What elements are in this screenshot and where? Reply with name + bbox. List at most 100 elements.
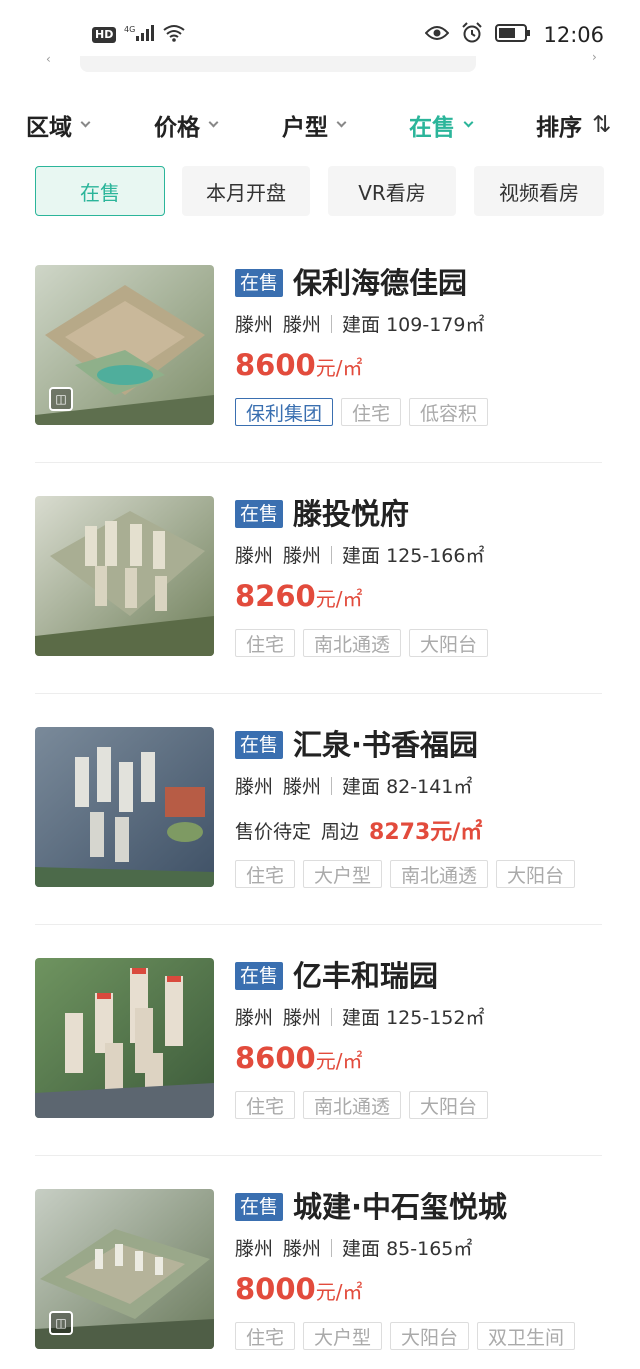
price: 8600 <box>235 348 316 382</box>
price: 8260 <box>235 579 316 613</box>
wifi-icon <box>162 24 186 46</box>
property-image[interactable] <box>35 958 214 1118</box>
floor-area: 建面 82-141㎡ <box>342 776 473 798</box>
vr-icon[interactable]: ◫ <box>49 1311 73 1335</box>
title-row: 在售 保利海德佳园 <box>235 264 467 302</box>
title-row: 在售 亿丰和瑞园 <box>235 957 438 995</box>
tag: 大阳台 <box>390 1322 470 1350</box>
price-unit: 元/㎡ <box>315 587 363 611</box>
eye-icon <box>425 25 450 45</box>
tag-list: 住宅 大户型 南北通透 大阳台 <box>235 860 576 888</box>
meta-row: 滕州 滕州 建面 109-179㎡ <box>235 310 484 337</box>
filter-region-label: 区域 <box>26 115 72 141</box>
meta-row: 滕州 滕州 建面 82-141㎡ <box>235 772 472 799</box>
tag-list: 住宅 南北通透 大阳台 <box>235 629 489 657</box>
floor-area: 建面 109-179㎡ <box>342 314 485 336</box>
floor-area: 建面 125-152㎡ <box>342 1007 485 1029</box>
title-row: 在售 汇泉·书香福园 <box>235 726 478 764</box>
floor-area: 建面 125-166㎡ <box>342 545 485 567</box>
tag: 大阳台 <box>409 1091 489 1119</box>
price-row: 8000 元/㎡ <box>235 1272 362 1306</box>
listing-card[interactable]: ◫ 在售 保利海德佳园 滕州 滕州 建面 109-179㎡ 8600 元/㎡ 保… <box>0 232 640 463</box>
filter-sort[interactable]: 排序 ⇅ <box>536 108 611 142</box>
floor-area: 建面 85-165㎡ <box>342 1238 473 1260</box>
nearby-label: 周边 <box>321 820 360 843</box>
divider <box>331 776 333 795</box>
price: 8600 <box>235 1041 316 1075</box>
price-row: 8260 元/㎡ <box>235 579 362 613</box>
area: 滕州 <box>283 1007 322 1029</box>
listing-card[interactable]: 在售 汇泉·书香福园 滕州 滕州 建面 82-141㎡ 售价待定 周边 8273… <box>0 694 640 925</box>
filter-on-sale-label: 在售 <box>409 115 455 141</box>
meta-row: 滕州 滕州 建面 125-152㎡ <box>235 1003 484 1030</box>
tag: 低容积 <box>409 398 489 426</box>
tag: 南北通透 <box>390 860 489 888</box>
district: 滕州 <box>235 776 274 798</box>
price-unit: 元/㎡ <box>315 1280 363 1304</box>
tag: 大户型 <box>303 860 383 888</box>
price-unit: 元/㎡ <box>315 1049 363 1073</box>
chevron-down-icon <box>463 117 474 127</box>
battery-icon <box>495 24 531 46</box>
tag-list: 住宅 大户型 大阳台 双卫生间 <box>235 1322 576 1350</box>
status-badge: 在售 <box>235 269 284 297</box>
divider <box>331 545 333 564</box>
tag-list: 保利集团 住宅 低容积 <box>235 398 489 426</box>
chip-this-month[interactable]: 本月开盘 <box>182 166 310 216</box>
chip-on-sale[interactable]: 在售 <box>35 166 165 216</box>
status-badge: 在售 <box>235 962 284 990</box>
svg-text:4G: 4G <box>124 25 135 34</box>
area: 滕州 <box>283 776 322 798</box>
property-name[interactable]: 城建·中石玺悦城 <box>293 1188 507 1226</box>
alarm-icon <box>461 22 483 48</box>
tag: 保利集团 <box>235 398 334 426</box>
filter-layout-label: 户型 <box>282 115 328 141</box>
clock-time: 12:06 <box>543 23 604 47</box>
tag-list: 住宅 南北通透 大阳台 <box>235 1091 489 1119</box>
filter-layout[interactable]: 户型 <box>282 108 347 142</box>
area: 滕州 <box>283 545 322 567</box>
divider <box>331 314 333 333</box>
status-badge: 在售 <box>235 500 284 528</box>
status-badge: 在售 <box>235 1193 284 1221</box>
area: 滕州 <box>283 314 322 336</box>
property-name[interactable]: 保利海德佳园 <box>293 264 467 302</box>
price-row: 8600 元/㎡ <box>235 1041 362 1075</box>
filter-on-sale[interactable]: 在售 <box>409 108 474 142</box>
property-name[interactable]: 亿丰和瑞园 <box>293 957 438 995</box>
filter-region[interactable]: 区域 <box>26 108 91 142</box>
chip-video[interactable]: 视频看房 <box>474 166 604 216</box>
district: 滕州 <box>235 545 274 567</box>
vr-icon[interactable]: ◫ <box>49 387 73 411</box>
property-image[interactable] <box>35 727 214 887</box>
title-row: 在售 城建·中石玺悦城 <box>235 1188 507 1226</box>
divider <box>331 1007 333 1026</box>
property-image[interactable] <box>35 496 214 656</box>
tag: 南北通透 <box>303 1091 402 1119</box>
chevron-down-icon <box>208 117 219 127</box>
listing-card[interactable]: ◫ 在售 城建·中石玺悦城 滕州 滕州 建面 85-165㎡ 8000 元/㎡ … <box>0 1156 640 1369</box>
filter-price-label: 价格 <box>154 115 200 141</box>
back-arrow-icon[interactable]: ‹ <box>46 52 51 66</box>
property-image[interactable]: ◫ <box>35 265 214 425</box>
property-name[interactable]: 滕投悦府 <box>293 495 409 533</box>
district: 滕州 <box>235 314 274 336</box>
search-bar[interactable] <box>80 56 476 72</box>
chevron-down-icon <box>336 117 347 127</box>
chip-vr[interactable]: VR看房 <box>328 166 456 216</box>
tag: 住宅 <box>341 398 402 426</box>
property-name[interactable]: 汇泉·书香福园 <box>293 726 478 764</box>
listing-card[interactable]: 在售 亿丰和瑞园 滕州 滕州 建面 125-152㎡ 8600 元/㎡ 住宅 南… <box>0 925 640 1156</box>
more-arrow-icon[interactable]: › <box>592 50 597 64</box>
filter-price[interactable]: 价格 <box>154 108 219 142</box>
property-image[interactable]: ◫ <box>35 1189 214 1349</box>
price-row: 售价待定 周边 8273元/㎡ <box>235 814 482 846</box>
price-unit: 元/㎡ <box>315 356 363 380</box>
chevron-down-icon <box>80 117 91 127</box>
tag: 大户型 <box>303 1322 383 1350</box>
meta-row: 滕州 滕州 建面 125-166㎡ <box>235 541 484 568</box>
tag: 住宅 <box>235 1322 296 1350</box>
tag: 住宅 <box>235 629 296 657</box>
listing-card[interactable]: 在售 滕投悦府 滕州 滕州 建面 125-166㎡ 8260 元/㎡ 住宅 南北… <box>0 463 640 694</box>
price-pending: 售价待定 周边 8273元/㎡ <box>235 814 482 846</box>
